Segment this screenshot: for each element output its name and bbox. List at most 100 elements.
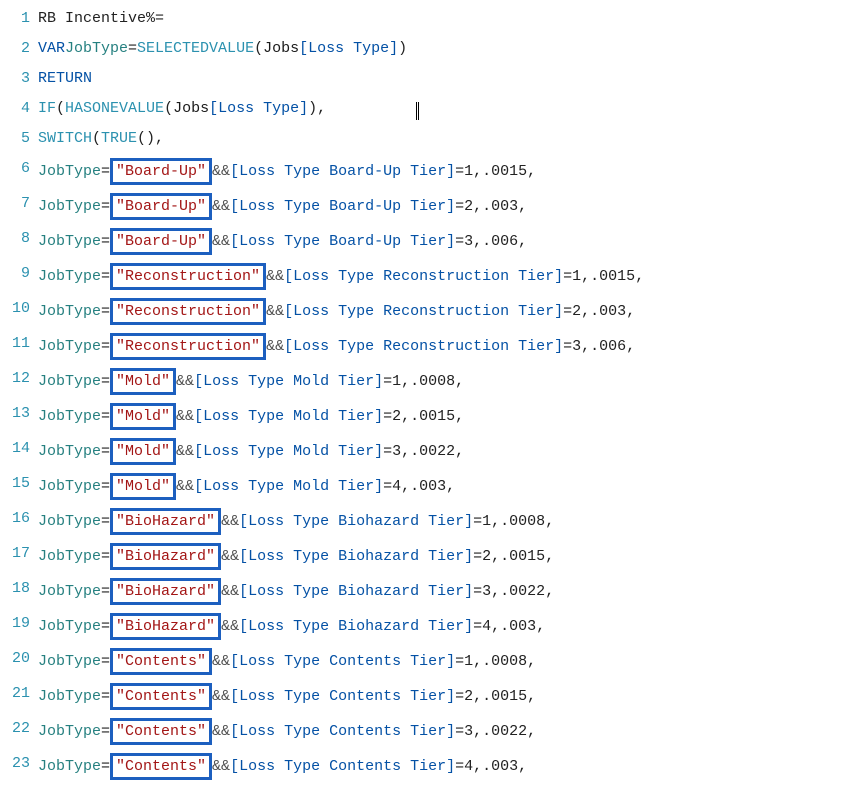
highlight-box: "Contents" <box>110 753 212 780</box>
equals: = <box>473 546 482 567</box>
column-ref: [Loss Type Contents Tier] <box>230 756 455 777</box>
operator-and: && <box>212 721 230 742</box>
tier-value: 2 <box>464 686 473 707</box>
operator-and: && <box>212 686 230 707</box>
operator-and: && <box>212 231 230 252</box>
rate-value: .0022 <box>482 721 527 742</box>
equals: = <box>455 756 464 777</box>
equals: = <box>455 161 464 182</box>
code-line: 21JobType= "Contents" &&[Loss Type Conte… <box>2 679 849 714</box>
variable-name: JobType <box>38 231 101 252</box>
string-literal: "Board-Up" <box>116 196 206 217</box>
line-number: 16 <box>2 508 38 529</box>
column-ref: [Loss Type Biohazard Tier] <box>239 581 473 602</box>
line-number: 18 <box>2 578 38 599</box>
operator-and: && <box>212 196 230 217</box>
equals: = <box>101 441 110 462</box>
func-true: TRUE <box>101 128 137 149</box>
code-content: JobType= "Contents" &&[Loss Type Content… <box>38 718 536 745</box>
code-content: JobType= "Contents" &&[Loss Type Content… <box>38 683 536 710</box>
equals: = <box>101 546 110 567</box>
column-ref: [Loss Type] <box>299 38 398 59</box>
code-content: SWITCH( TRUE(), <box>38 128 164 149</box>
code-line: 1RB Incentive% = <box>2 4 849 34</box>
equals: = <box>101 371 110 392</box>
dax-code-editor[interactable]: 1RB Incentive% =2VAR JobType= SELECTEDVA… <box>2 4 849 784</box>
string-literal: "Contents" <box>116 651 206 672</box>
column-ref: [Loss Type Reconstruction Tier] <box>284 301 563 322</box>
highlight-box: "Board-Up" <box>110 158 212 185</box>
operator-and: && <box>212 161 230 182</box>
code-line: 10JobType= "Reconstruction" &&[Loss Type… <box>2 294 849 329</box>
keyword-return: RETURN <box>38 68 92 89</box>
variable-name: JobType <box>38 581 101 602</box>
string-literal: "Contents" <box>116 756 206 777</box>
code-content: JobType= "Reconstruction" &&[Loss Type R… <box>38 333 635 360</box>
rate-value: .0022 <box>410 441 455 462</box>
line-number: 4 <box>2 98 38 119</box>
line-number: 9 <box>2 263 38 284</box>
code-line: 7JobType= "Board-Up" &&[Loss Type Board-… <box>2 189 849 224</box>
code-content: JobType= "Mold" &&[Loss Type Mold Tier]=… <box>38 368 464 395</box>
column-ref: [Loss Type Reconstruction Tier] <box>284 336 563 357</box>
string-literal: "BioHazard" <box>116 546 215 567</box>
string-literal: "BioHazard" <box>116 616 215 637</box>
equals: = <box>101 721 110 742</box>
code-line: 8JobType= "Board-Up" &&[Loss Type Board-… <box>2 224 849 259</box>
variable-name: JobType <box>38 406 101 427</box>
operator-and: && <box>212 756 230 777</box>
code-content: JobType= "Board-Up" &&[Loss Type Board-U… <box>38 228 527 255</box>
equals: = <box>101 336 110 357</box>
equals: = <box>383 441 392 462</box>
code-content: JobType= "BioHazard" &&[Loss Type Biohaz… <box>38 543 554 570</box>
column-ref: [Loss Type Biohazard Tier] <box>239 616 473 637</box>
string-literal: "Reconstruction" <box>116 336 260 357</box>
line-number: 11 <box>2 333 38 354</box>
tier-value: 4 <box>464 756 473 777</box>
tier-value: 3 <box>572 336 581 357</box>
string-literal: "Reconstruction" <box>116 266 260 287</box>
code-line: 18JobType= "BioHazard" &&[Loss Type Bioh… <box>2 574 849 609</box>
variable-name: JobType <box>38 721 101 742</box>
string-literal: "Contents" <box>116 721 206 742</box>
code-line: 4IF( HASONEVALUE( Jobs[Loss Type]), <box>2 94 849 124</box>
code-line: 15JobType= "Mold" &&[Loss Type Mold Tier… <box>2 469 849 504</box>
column-ref: [Loss Type Mold Tier] <box>194 371 383 392</box>
column-ref: [Loss Type Reconstruction Tier] <box>284 266 563 287</box>
code-line: 23JobType= "Contents" &&[Loss Type Conte… <box>2 749 849 784</box>
variable-name: JobType <box>38 371 101 392</box>
line-number: 2 <box>2 38 38 59</box>
variable-name: JobType <box>38 511 101 532</box>
line-number: 6 <box>2 158 38 179</box>
tier-value: 2 <box>464 196 473 217</box>
highlight-box: "Board-Up" <box>110 193 212 220</box>
variable-name: JobType <box>38 476 101 497</box>
line-number: 19 <box>2 613 38 634</box>
tier-value: 4 <box>482 616 491 637</box>
text-cursor <box>416 102 419 120</box>
equals: = <box>473 511 482 532</box>
variable-name: JobType <box>38 336 101 357</box>
table-ref: Jobs <box>173 98 209 119</box>
code-line: 22JobType= "Contents" &&[Loss Type Conte… <box>2 714 849 749</box>
column-ref: [Loss Type Contents Tier] <box>230 686 455 707</box>
tier-value: 1 <box>464 161 473 182</box>
variable-name: JobType <box>38 686 101 707</box>
rate-value: .003 <box>482 196 518 217</box>
operator-and: && <box>221 581 239 602</box>
code-content: JobType= "Board-Up" &&[Loss Type Board-U… <box>38 158 536 185</box>
line-number: 3 <box>2 68 38 89</box>
code-line: 17JobType= "BioHazard" &&[Loss Type Bioh… <box>2 539 849 574</box>
column-ref: [Loss Type Contents Tier] <box>230 721 455 742</box>
column-ref: [Loss Type Board-Up Tier] <box>230 196 455 217</box>
variable-name: JobType <box>38 756 101 777</box>
code-line: 11JobType= "Reconstruction" &&[Loss Type… <box>2 329 849 364</box>
measure-name: RB Incentive% <box>38 8 155 29</box>
func-hasonevalue: HASONEVALUE <box>65 98 164 119</box>
operator-and: && <box>266 266 284 287</box>
operator-and: && <box>176 441 194 462</box>
string-literal: "Mold" <box>116 406 170 427</box>
column-ref: [Loss Type Mold Tier] <box>194 476 383 497</box>
tier-value: 1 <box>464 651 473 672</box>
rate-value: .0015 <box>482 686 527 707</box>
